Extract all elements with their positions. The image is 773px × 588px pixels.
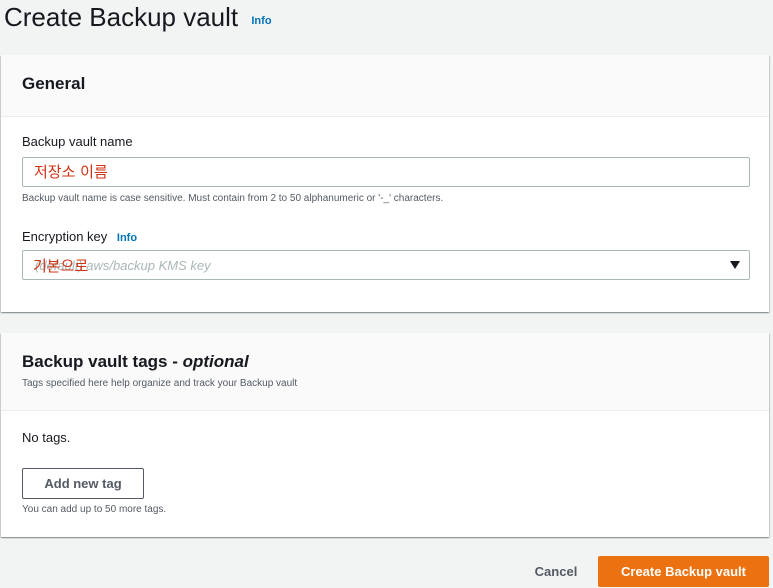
tags-title-text: Backup vault tags: [22, 352, 168, 371]
no-tags-text: No tags.: [22, 430, 71, 445]
general-panel: General Backup vault name 저장소 이름 Backup …: [1, 55, 769, 312]
tags-panel-title: Backup vault tags - optional: [22, 352, 769, 372]
tags-panel-header: Backup vault tags - optional Tags specif…: [1, 333, 769, 411]
encryption-info-link[interactable]: Info: [117, 232, 137, 244]
create-backup-vault-button[interactable]: Create Backup vault: [598, 556, 769, 587]
vault-name-label: Backup vault name: [22, 134, 133, 149]
tags-limit-hint: You can add up to 50 more tags.: [22, 504, 167, 515]
vault-name-constraint: Backup vault name is case sensitive. Mus…: [22, 193, 444, 204]
tags-title-dash: -: [172, 352, 183, 371]
caret-down-icon: [730, 261, 740, 269]
encryption-key-value: 기본으로: [33, 257, 89, 275]
tags-title-optional: optional: [182, 352, 249, 371]
encryption-key-select[interactable]: (default) aws/backup KMS key 기본으로: [22, 250, 750, 280]
vault-name-input[interactable]: 저장소 이름: [22, 157, 750, 187]
general-panel-title: General: [22, 74, 86, 93]
general-panel-header: General: [1, 55, 769, 117]
tags-panel-description: Tags specified here help organize and tr…: [22, 378, 298, 389]
add-new-tag-button[interactable]: Add new tag: [22, 468, 144, 499]
page-title: Create Backup vault Info: [4, 2, 272, 33]
page-info-link[interactable]: Info: [251, 15, 271, 27]
encryption-key-label-row: Encryption key Info: [22, 229, 137, 244]
tags-panel: Backup vault tags - optional Tags specif…: [1, 333, 769, 537]
cancel-button[interactable]: Cancel: [520, 556, 592, 586]
page-title-text: Create Backup vault: [4, 2, 239, 32]
encryption-key-label: Encryption key: [22, 229, 108, 244]
